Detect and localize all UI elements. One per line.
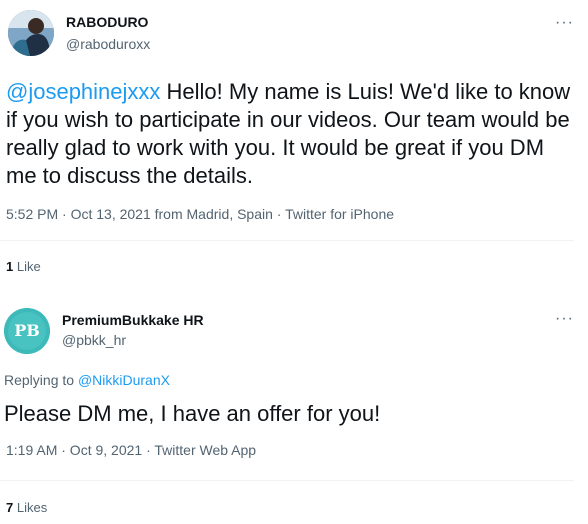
more-options-icon[interactable]: ··· <box>555 14 574 32</box>
tweet-meta[interactable]: 5:52 PM · Oct 13, 2021 from Madrid, Spai… <box>6 206 394 222</box>
likes-number: 7 <box>6 500 14 515</box>
divider <box>0 240 574 241</box>
display-name[interactable]: PremiumBukkake HR <box>62 312 204 328</box>
tweet-text: @josephinejxxx Hello! My name is Luis! W… <box>6 78 580 190</box>
likes-count[interactable]: 1 Like <box>6 259 41 274</box>
divider <box>0 480 574 481</box>
user-avatar[interactable]: PB <box>4 308 50 354</box>
avatar-initials: PB <box>14 321 40 340</box>
tweet-meta[interactable]: 1:19 AM · Oct 9, 2021 · Twitter Web App <box>6 442 256 458</box>
more-options-icon[interactable]: ··· <box>555 310 574 328</box>
likes-number: 1 <box>6 259 14 274</box>
tweet-text: Please DM me, I have an offer for you! <box>4 401 381 426</box>
replying-to: Replying to @NikkiDuranX <box>4 372 170 388</box>
display-name[interactable]: RABODURO <box>66 14 148 30</box>
likes-count[interactable]: 7 Likes <box>6 500 47 515</box>
tweet-1: RABODURO @raboduroxx ··· @josephinejxxx … <box>0 0 588 290</box>
likes-label: Likes <box>16 500 48 515</box>
replying-prefix: Replying to <box>4 372 78 388</box>
user-avatar[interactable] <box>8 10 54 56</box>
user-handle[interactable]: @raboduroxx <box>66 36 150 52</box>
avatar-photo-icon <box>8 10 54 56</box>
user-handle[interactable]: @pbkk_hr <box>62 332 126 348</box>
tweet-2: PB PremiumBukkake HR @pbkk_hr ··· Replyi… <box>0 296 588 524</box>
mention-link[interactable]: @josephinejxxx <box>6 79 160 104</box>
replying-mention-link[interactable]: @NikkiDuranX <box>78 372 170 388</box>
pb-logo-icon: PB <box>4 308 50 354</box>
likes-label: Like <box>16 259 41 274</box>
